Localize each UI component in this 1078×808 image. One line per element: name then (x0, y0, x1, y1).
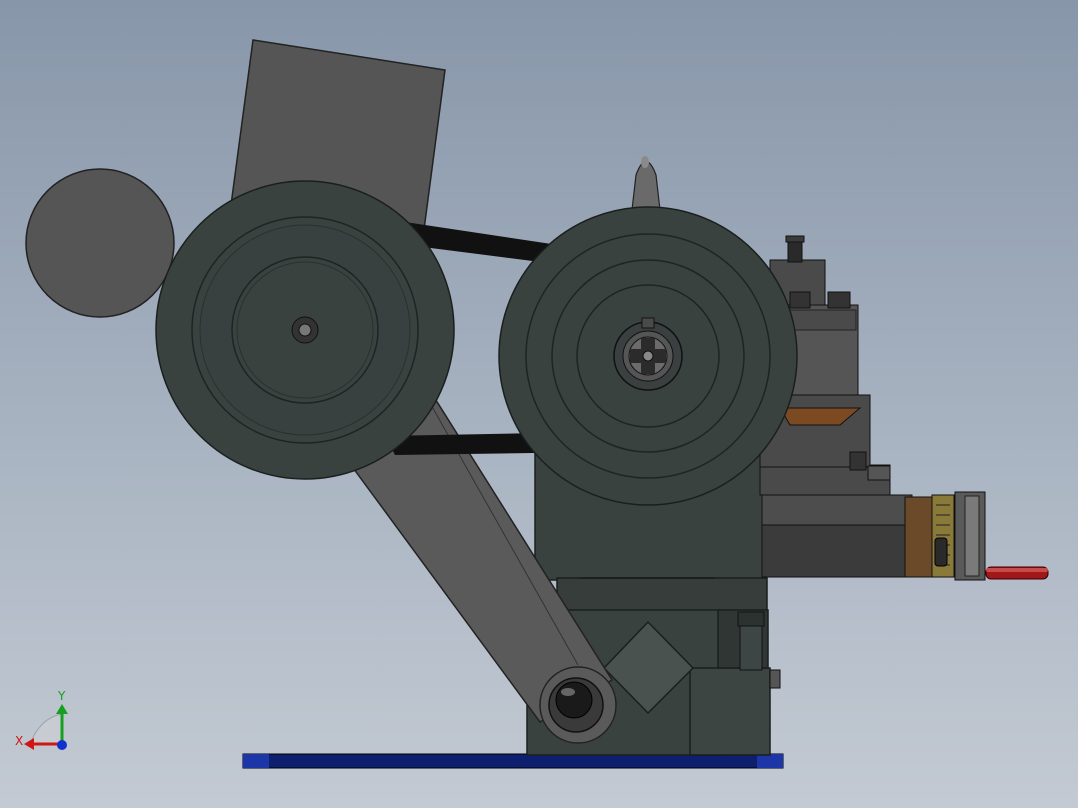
cad-model-view[interactable]: Y X (0, 0, 1078, 808)
crank-handle[interactable] (985, 566, 1049, 580)
pivot-knob[interactable] (548, 677, 604, 733)
triad-x-label: X (15, 734, 23, 748)
base-plate-end-left (243, 754, 269, 768)
base-plate[interactable] (242, 753, 784, 769)
support-post-collar (737, 611, 765, 627)
triad-x-arrow-icon (24, 738, 34, 750)
tool-post-bolt (787, 239, 803, 263)
coordinate-triad: Y X (15, 689, 68, 750)
spindle-center-tip[interactable] (631, 156, 661, 211)
feed-handwheel-dial[interactable] (931, 491, 986, 581)
drive-pulley-large[interactable] (155, 180, 455, 480)
side-disc[interactable] (25, 168, 175, 318)
triad-y-label: Y (57, 689, 66, 703)
base-plate-end-right (757, 754, 783, 768)
triad-y-arrow-icon (56, 704, 68, 714)
spindle-key (641, 317, 655, 329)
graphics-viewport[interactable]: Y X (0, 0, 1078, 808)
triad-z-axis-icon (57, 740, 67, 750)
triad-plane-icon (29, 713, 63, 745)
support-post-foot (769, 669, 781, 689)
hub-screw-icon (298, 323, 312, 337)
spindle-pulley[interactable] (498, 206, 798, 506)
